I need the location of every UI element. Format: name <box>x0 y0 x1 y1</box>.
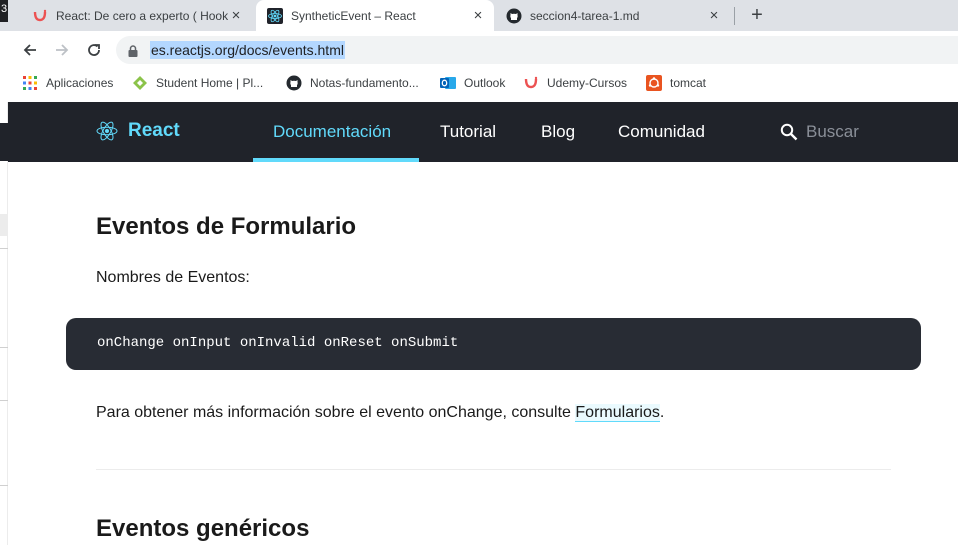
tab-close-button[interactable]: × <box>470 7 486 24</box>
react-logo-icon <box>96 121 118 141</box>
edge-mark <box>0 485 8 486</box>
tab-strip: 3 React: De cero a experto ( Hook × Synt… <box>0 0 958 31</box>
outlook-icon <box>440 75 456 91</box>
udemy-icon <box>523 75 539 91</box>
address-url[interactable]: es.reactjs.org/docs/events.html <box>150 41 345 59</box>
bookmark-outlook[interactable]: Outlook <box>440 74 505 92</box>
forms-link[interactable]: Formularios <box>575 404 660 422</box>
site-brand: React <box>128 120 180 141</box>
tab-title: SyntheticEvent – React <box>291 8 416 23</box>
nav-link-documentacion[interactable]: Documentación <box>273 102 391 162</box>
bookmark-notas[interactable]: Notas-fundamento... <box>286 74 419 92</box>
bookmark-aplicaciones[interactable]: Aplicaciones <box>22 74 113 92</box>
bookmark-udemy-cursos[interactable]: Udemy-Cursos <box>523 74 627 92</box>
react-icon <box>267 7 283 24</box>
address-bar[interactable]: es.reactjs.org/docs/events.html <box>116 36 958 64</box>
github-icon <box>506 8 522 24</box>
reload-button[interactable] <box>83 39 105 61</box>
bookmark-label: Udemy-Cursos <box>547 76 628 90</box>
github-icon <box>286 75 302 91</box>
bookmark-label: tomcat <box>670 76 707 90</box>
back-button[interactable] <box>19 39 41 61</box>
tab-synthetic-event[interactable]: SyntheticEvent – React × <box>256 0 494 31</box>
bookmark-label: Notas-fundamento... <box>310 76 419 90</box>
left-window-edge <box>0 102 8 545</box>
edge-mark <box>0 248 8 249</box>
code-block: onChange onInput onInvalid onReset onSub… <box>66 318 921 370</box>
udemy-icon <box>32 8 48 24</box>
bookmark-label: Outlook <box>464 76 506 90</box>
heading-generic-events: Eventos genéricos <box>96 515 310 542</box>
site-header: React Documentación Tutorial Blog Comuni… <box>8 102 958 162</box>
edge-mark <box>0 123 8 161</box>
forward-arrow-icon <box>56 44 69 56</box>
tab-close-button[interactable]: × <box>228 7 244 24</box>
search-input[interactable] <box>806 122 926 142</box>
bookmark-student-home[interactable]: Student Home | Pl... <box>132 74 263 92</box>
lock-icon <box>128 44 138 62</box>
bookmarks-bar: Aplicaciones Student Home | Pl... Notas-… <box>0 68 958 98</box>
reload-icon <box>88 44 100 56</box>
tab-udemy[interactable]: React: De cero a experto ( Hook × <box>22 0 252 31</box>
corner-label: 3 <box>0 0 8 22</box>
bookmark-label: Student Home | Pl... <box>156 76 264 90</box>
section-divider <box>96 469 891 470</box>
info-paragraph: Para obtener más información sobre el ev… <box>96 404 664 422</box>
tab-title: React: De cero a experto ( Hook <box>56 8 228 23</box>
edge-mark <box>0 400 8 401</box>
info-text: Para obtener más información sobre el ev… <box>96 404 576 421</box>
site-logo[interactable]: React <box>96 120 180 142</box>
nav-link-tutorial[interactable]: Tutorial <box>440 102 496 162</box>
tab-title: seccion4-tarea-1.md <box>530 8 640 23</box>
nav-link-blog[interactable]: Blog <box>541 102 575 162</box>
code-text: onChange onInput onInvalid onReset onSub… <box>97 335 459 351</box>
back-arrow-icon <box>23 44 36 56</box>
tab-separator <box>734 7 735 25</box>
browser-toolbar: es.reactjs.org/docs/events.html <box>0 31 958 68</box>
heading-form-events: Eventos de Formulario <box>96 213 357 240</box>
student-home-icon <box>132 75 148 91</box>
bookmark-label: Aplicaciones <box>46 76 114 90</box>
apps-grid-icon <box>22 75 38 91</box>
nav-link-comunidad[interactable]: Comunidad <box>618 102 705 162</box>
site-search[interactable] <box>780 122 926 142</box>
tab-close-button[interactable]: × <box>706 7 722 24</box>
tomcat-icon <box>646 75 662 91</box>
forward-button[interactable] <box>51 39 73 61</box>
tab-github[interactable]: seccion4-tarea-1.md × <box>498 0 730 31</box>
edge-mark <box>0 214 8 236</box>
bookmark-tomcat[interactable]: tomcat <box>646 74 706 92</box>
edge-mark <box>0 347 8 348</box>
info-period: . <box>659 404 665 421</box>
active-nav-indicator <box>253 158 419 162</box>
new-tab-button[interactable]: + <box>745 4 769 28</box>
event-names-label: Nombres de Eventos: <box>96 269 250 286</box>
browser-window: 3 React: De cero a experto ( Hook × Synt… <box>0 0 958 545</box>
search-icon <box>780 123 798 141</box>
